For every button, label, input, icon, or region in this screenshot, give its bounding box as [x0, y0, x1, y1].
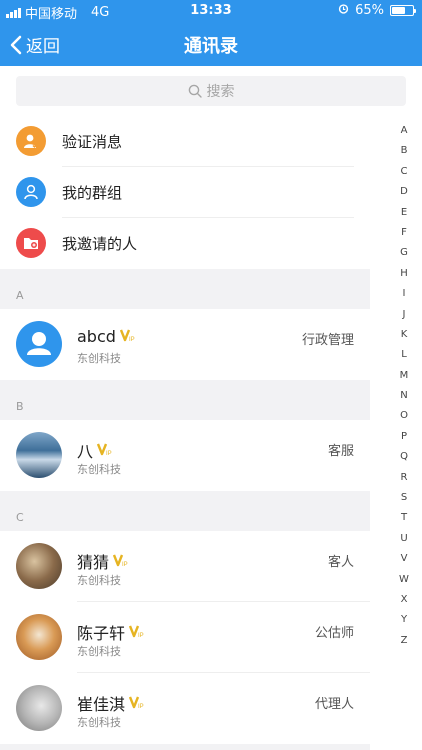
index-letter-o[interactable]: O	[400, 406, 408, 426]
contact-list: 验证消息 我的群组 我邀请的人 A abcd IP 东创科技 行政管理 B 八 …	[0, 116, 370, 750]
invited-people-item[interactable]: 我邀请的人	[0, 218, 370, 269]
avatar	[16, 321, 62, 367]
index-letter-v[interactable]: V	[401, 549, 408, 569]
page-title: 通讯录	[184, 36, 238, 57]
index-letter-k[interactable]: K	[401, 325, 408, 345]
contact-name: abcd	[77, 327, 116, 346]
search-placeholder: 搜索	[206, 84, 235, 100]
section-header-c: C	[0, 491, 370, 531]
contact-row[interactable]: 八 IP 东创科技 客服	[0, 420, 370, 491]
contact-role: 代理人	[314, 697, 354, 712]
avatar	[16, 685, 62, 731]
avatar	[16, 432, 62, 478]
avatar	[16, 614, 62, 660]
contact-name: 猜猜	[77, 553, 110, 572]
index-letter-m[interactable]: M	[400, 366, 409, 386]
svg-text:IP: IP	[122, 562, 128, 567]
section-header-b: B	[0, 380, 370, 420]
index-letter-j[interactable]: J	[403, 305, 406, 325]
index-letter-e[interactable]: E	[401, 203, 407, 223]
vip-icon: IP	[128, 623, 145, 642]
status-bar: 中国移动 4G 13:33 65%	[0, 0, 422, 22]
contact-name: 陈子轩	[77, 624, 126, 643]
contact-row[interactable]: 陈子轩 IP 东创科技 公估师	[0, 602, 370, 673]
contact-row[interactable]: 猜猜 IP 东创科技 客人	[0, 531, 370, 602]
verify-messages-label: 验证消息	[62, 133, 123, 151]
contact-company: 东创科技	[77, 716, 121, 729]
my-groups-item[interactable]: 我的群组	[0, 167, 370, 218]
search-area: 搜索	[0, 66, 422, 116]
index-letter-y[interactable]: Y	[401, 610, 407, 630]
index-letter-s[interactable]: S	[401, 488, 407, 508]
index-letter-t[interactable]: T	[401, 508, 407, 528]
svg-text:IP: IP	[106, 451, 112, 456]
vip-icon: IP	[96, 441, 113, 460]
index-letter-q[interactable]: Q	[400, 447, 408, 467]
contact-role: 行政管理	[301, 333, 354, 348]
verify-messages-item[interactable]: 验证消息	[0, 116, 370, 167]
invited-people-label: 我邀请的人	[62, 235, 138, 253]
vip-icon: IP	[119, 327, 136, 346]
index-letter-w[interactable]: W	[399, 570, 409, 590]
index-letter-z[interactable]: Z	[401, 631, 408, 651]
vip-icon: IP	[128, 694, 145, 713]
index-letter-d[interactable]: D	[400, 182, 408, 202]
section-header-d: D	[0, 744, 370, 750]
svg-text:IP: IP	[129, 337, 135, 342]
contact-name: 崔佳淇	[77, 695, 126, 714]
index-letter-l[interactable]: L	[401, 345, 407, 365]
avatar	[16, 543, 62, 589]
contact-company: 东创科技	[77, 645, 121, 658]
contact-name: 八	[77, 442, 94, 461]
index-letter-c[interactable]: C	[401, 162, 408, 182]
index-letter-b[interactable]: B	[401, 141, 408, 161]
index-letter-r[interactable]: R	[401, 468, 408, 488]
folder-add-icon	[16, 228, 46, 258]
nav-bar: 返回 通讯录	[0, 22, 422, 66]
contact-row[interactable]: abcd IP 东创科技 行政管理	[0, 309, 370, 380]
contact-role: 客人	[327, 555, 354, 570]
svg-text:IP: IP	[138, 633, 144, 638]
contact-company: 东创科技	[77, 352, 121, 365]
index-letter-n[interactable]: N	[400, 386, 407, 406]
index-letter-f[interactable]: F	[401, 223, 407, 243]
user-verify-icon	[16, 126, 46, 156]
svg-text:IP: IP	[138, 704, 144, 709]
group-icon	[16, 177, 46, 207]
search-input[interactable]: 搜索	[16, 76, 406, 106]
section-header-a: A	[0, 269, 370, 309]
index-letter-g[interactable]: G	[400, 243, 408, 263]
index-letter-p[interactable]: P	[401, 427, 407, 447]
battery-percent: 65%	[355, 3, 384, 18]
contact-row[interactable]: 崔佳淇 IP 东创科技 代理人	[0, 673, 370, 744]
index-letter-u[interactable]: U	[400, 529, 407, 549]
alphabet-index[interactable]: ABCDEFGHIJKLMNOPQRSTUVWXYZ	[396, 121, 412, 651]
battery-icon	[390, 5, 416, 16]
contact-company: 东创科技	[77, 463, 121, 476]
search-icon	[188, 84, 202, 98]
my-groups-label: 我的群组	[62, 184, 123, 202]
vip-icon: IP	[112, 552, 129, 571]
index-letter-x[interactable]: X	[401, 590, 408, 610]
index-letter-h[interactable]: H	[400, 264, 408, 284]
index-letter-a[interactable]: A	[401, 121, 408, 141]
index-letter-i[interactable]: I	[403, 284, 406, 304]
alarm-icon	[338, 3, 349, 18]
contact-company: 东创科技	[77, 574, 121, 587]
contact-role: 客服	[327, 444, 354, 459]
contact-role: 公估师	[314, 626, 354, 641]
